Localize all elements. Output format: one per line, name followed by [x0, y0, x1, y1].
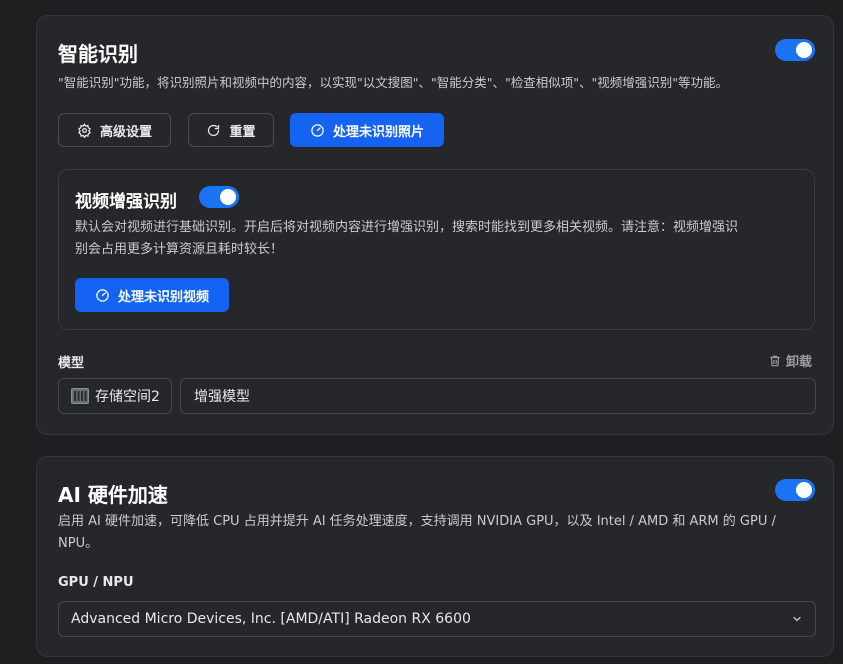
toggle-knob	[796, 482, 812, 498]
storage-selector[interactable]: 存储空间2	[58, 378, 172, 414]
model-name: 增强模型	[194, 389, 250, 405]
process-videos-label: 处理未识别视频	[117, 289, 209, 305]
model-field[interactable]: 增强模型	[180, 378, 816, 414]
process-photos-label: 处理未识别照片	[332, 124, 424, 140]
smart-recognition-toggle[interactable]	[775, 39, 815, 61]
gpu-npu-label: GPU / NPU	[58, 575, 134, 590]
smart-recognition-title: 智能识别	[58, 42, 138, 66]
ai-hardware-card: AI 硬件加速 启用 AI 硬件加速，可降低 CPU 占用并提升 AI 任务处理…	[36, 456, 834, 657]
ai-hardware-description: 启用 AI 硬件加速，可降低 CPU 占用并提升 AI 任务处理速度，支持调用 …	[58, 511, 818, 555]
uninstall-button[interactable]: 卸载	[768, 351, 812, 370]
ai-hardware-description-line-1: 启用 AI 硬件加速，可降低 CPU 占用并提升 AI 任务处理速度，支持调用 …	[58, 514, 776, 529]
smart-recognition-description: "智能识别"功能，将识别照片和视频中的内容，以实现"以文搜图"、"智能分类"、"…	[58, 75, 728, 90]
gpu-select[interactable]: Advanced Micro Devices, Inc. [AMD/ATI] R…	[58, 601, 816, 637]
refresh-icon	[208, 124, 220, 136]
ai-hardware-toggle[interactable]	[775, 479, 815, 501]
video-enhanced-description: 默认会对视频进行基础识别。开启后将对视频内容进行增强识别，搜索时能找到更多相关视…	[75, 217, 795, 261]
video-enhanced-description-line-2: 别会占用更多计算资源且耗时较长！	[75, 242, 284, 257]
process-photos-button[interactable]: 处理未识别照片	[290, 113, 444, 147]
uninstall-label: 卸载	[786, 355, 813, 370]
trash-icon	[770, 355, 780, 366]
reset-button[interactable]: 重置	[188, 113, 274, 147]
model-label: 模型	[58, 356, 85, 371]
reset-label: 重置	[229, 124, 256, 140]
smart-recognition-card: 智能识别 "智能识别"功能，将识别照片和视频中的内容，以实现"以文搜图"、"智能…	[36, 15, 834, 435]
chevron-down-icon	[793, 616, 801, 622]
toggle-knob	[220, 189, 236, 205]
video-enhanced-description-line-1: 默认会对视频进行基础识别。开启后将对视频内容进行增强识别，搜索时能找到更多相关视…	[75, 220, 739, 235]
advanced-settings-label: 高级设置	[99, 124, 152, 140]
ai-hardware-description-line-2: NPU。	[58, 536, 99, 551]
gpu-selected-value: Advanced Micro Devices, Inc. [AMD/ATI] R…	[71, 611, 471, 627]
storage-label: 存储空间2	[95, 389, 160, 405]
video-enhanced-title: 视频增强识别	[75, 192, 177, 212]
gear-icon	[77, 122, 91, 138]
gauge-icon	[311, 123, 324, 137]
process-videos-button[interactable]: 处理未识别视频	[75, 278, 229, 312]
gauge-icon	[96, 288, 109, 302]
nas-drive-icon	[71, 388, 89, 404]
video-enhanced-panel: 视频增强识别 默认会对视频进行基础识别。开启后将对视频内容进行增强识别，搜索时能…	[58, 169, 815, 330]
toggle-knob	[796, 42, 812, 58]
advanced-settings-button[interactable]: 高级设置	[58, 113, 171, 147]
video-enhanced-toggle[interactable]	[199, 186, 239, 208]
ai-hardware-title: AI 硬件加速	[58, 483, 168, 507]
